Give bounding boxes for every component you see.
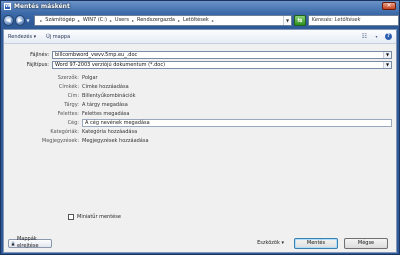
meta-comments-label: Megjegyzések: xyxy=(41,137,79,144)
chevron-right-icon: ▸ xyxy=(40,17,43,23)
chevron-right-icon[interactable]: ▸ xyxy=(110,18,112,23)
dialog-footer: ▲ Mappák elrejtése Eszközök ▾ Mentés Még… xyxy=(4,234,396,252)
refresh-icon[interactable]: ⇆ xyxy=(294,14,306,26)
breadcrumb-computer[interactable]: Számítógép xyxy=(45,17,75,23)
chevron-up-icon: ▲ xyxy=(11,240,15,246)
new-folder-button[interactable]: Új mappa xyxy=(46,34,70,40)
save-thumbnail-label[interactable]: Miniatűr mentése xyxy=(77,214,121,220)
tools-menu[interactable]: Eszközök ▾ xyxy=(257,240,284,246)
title-bar[interactable]: W Mentés másként ✕ xyxy=(1,1,399,11)
close-button[interactable]: ✕ xyxy=(382,2,396,10)
meta-subject-value[interactable]: A tárgy megadása xyxy=(82,102,128,108)
file-fields: Fájlnév: billcombword_vwvv.5mp.eu_.doc ▼… xyxy=(4,45,396,73)
meta-title-row: Cím: Billentyűkombinációk xyxy=(4,91,396,100)
help-icon[interactable]: ? xyxy=(385,33,392,40)
address-dropdown-icon[interactable]: ▼ xyxy=(283,15,291,25)
toolbar: Rendezés ▾ Új mappa ☷ ▾ ? xyxy=(4,30,396,44)
meta-company-row: Cég: A cég nevének megadása xyxy=(4,118,396,127)
chevron-right-icon[interactable]: ▸ xyxy=(178,18,180,23)
toolbar-right: ☷ ▾ ? xyxy=(356,33,392,40)
meta-comments-row: Megjegyzések: Megjegyzések hozzáadása xyxy=(4,136,396,145)
filename-value: billcombword_vwvv.5mp.eu_.doc xyxy=(55,51,138,58)
filetype-label: Fájltípus: xyxy=(26,61,49,68)
meta-tags-row: Címkék: Címke hozzáadása xyxy=(4,82,396,91)
meta-manager-row: Felettes: Felettes megadása xyxy=(4,109,396,118)
save-thumbnail-row: Miniatűr mentése xyxy=(68,214,121,220)
save-as-dialog: W Mentés másként ✕ ◀ ▶ ▼ ▸ Számítógép ▸ … xyxy=(0,0,400,255)
filename-field[interactable]: billcombword_vwvv.5mp.eu_.doc ▼ xyxy=(52,50,392,59)
chevron-down-icon[interactable]: ▼ xyxy=(383,51,391,58)
filename-row: Fájlnév: billcombword_vwvv.5mp.eu_.doc ▼ xyxy=(4,50,392,59)
chevron-right-icon[interactable]: ▸ xyxy=(132,18,134,23)
breadcrumb-users[interactable]: Users xyxy=(115,17,129,23)
meta-company-field[interactable]: A cég nevének megadása xyxy=(82,118,392,127)
meta-manager-label: Felettes: xyxy=(57,110,79,117)
breadcrumb-drive[interactable]: WIN7 (C:) xyxy=(83,17,107,23)
breadcrumb-user[interactable]: Rendszergazda xyxy=(137,17,175,23)
filetype-select[interactable]: Word 97-2003 verziójú dokumentum (*.doc)… xyxy=(52,60,392,69)
meta-tags-label: Címkék: xyxy=(58,83,79,90)
breadcrumb-downloads[interactable]: Letöltések xyxy=(183,17,209,23)
meta-authors-row: Szerzők: Polgar xyxy=(4,73,396,82)
hide-folders-label: Mappák elrejtése xyxy=(16,236,39,249)
tools-label: Eszközök xyxy=(257,240,280,246)
meta-tags-value[interactable]: Címke hozzáadása xyxy=(82,84,129,90)
search-input[interactable]: Keresés: Letöltések xyxy=(307,14,399,26)
meta-company-label: Cég: xyxy=(67,119,79,126)
word-app-icon: W xyxy=(4,2,11,10)
save-button[interactable]: Mentés xyxy=(294,237,338,249)
back-arrow-icon[interactable]: ◀ xyxy=(3,14,14,26)
window-title: Mentés másként xyxy=(14,2,70,10)
meta-categories-value[interactable]: Kategória hozzáadása xyxy=(82,129,137,135)
filename-label: Fájlnév: xyxy=(30,51,49,58)
meta-subject-row: Tárgy: A tárgy megadása xyxy=(4,100,396,109)
meta-authors-label: Szerzők: xyxy=(57,74,79,81)
organize-menu[interactable]: Rendezés ▾ xyxy=(8,34,36,40)
chevron-right-icon[interactable]: ▸ xyxy=(78,18,80,23)
forward-arrow-icon[interactable]: ▶ xyxy=(14,14,26,26)
organize-label: Rendezés xyxy=(8,33,33,40)
hide-folders-button[interactable]: ▲ Mappák elrejtése xyxy=(8,236,52,249)
meta-subject-label: Tárgy: xyxy=(64,101,79,108)
save-thumbnail-checkbox[interactable] xyxy=(68,214,74,220)
view-options-icon[interactable]: ☷ xyxy=(361,33,368,40)
view-dropdown-icon[interactable]: ▾ xyxy=(373,33,380,40)
filetype-value: Word 97-2003 verziójú dokumentum (*.doc) xyxy=(55,61,166,68)
meta-authors-value[interactable]: Polgar xyxy=(82,75,98,81)
meta-manager-value[interactable]: Felettes megadása xyxy=(82,111,129,117)
navigation-bar: ◀ ▶ ▼ ▸ Számítógép ▸ WIN7 (C:) ▸ Users ▸… xyxy=(3,12,399,28)
chevron-down-icon[interactable]: ▼ xyxy=(383,61,391,68)
filetype-row: Fájltípus: Word 97-2003 verziójú dokumen… xyxy=(4,60,392,69)
meta-comments-value[interactable]: Megjegyzések hozzáadása xyxy=(82,138,149,144)
chevron-right-icon[interactable]: ▸ xyxy=(212,18,214,23)
cancel-button[interactable]: Mégse xyxy=(344,237,388,249)
meta-categories-label: Kategóriák: xyxy=(50,128,79,135)
meta-title-label: Cím: xyxy=(67,92,79,99)
meta-title-value[interactable]: Billentyűkombinációk xyxy=(82,93,135,99)
address-bar[interactable]: ▸ Számítógép ▸ WIN7 (C:) ▸ Users ▸ Rends… xyxy=(34,14,293,26)
dialog-content: Rendezés ▾ Új mappa ☷ ▾ ? Fájlnév: billc… xyxy=(3,29,397,253)
history-dropdown-icon[interactable]: ▼ xyxy=(26,18,31,23)
meta-categories-row: Kategóriák: Kategória hozzáadása xyxy=(4,127,396,136)
